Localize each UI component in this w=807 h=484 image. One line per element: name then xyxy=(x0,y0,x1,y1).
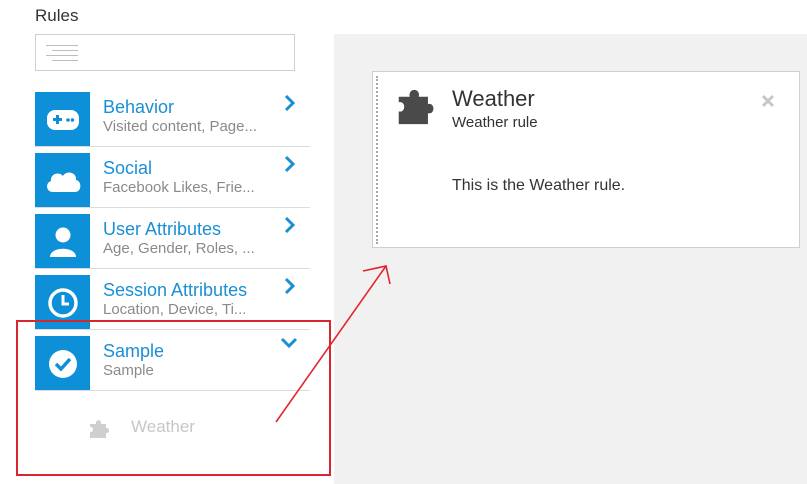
annotation-arrow xyxy=(275,265,391,423)
